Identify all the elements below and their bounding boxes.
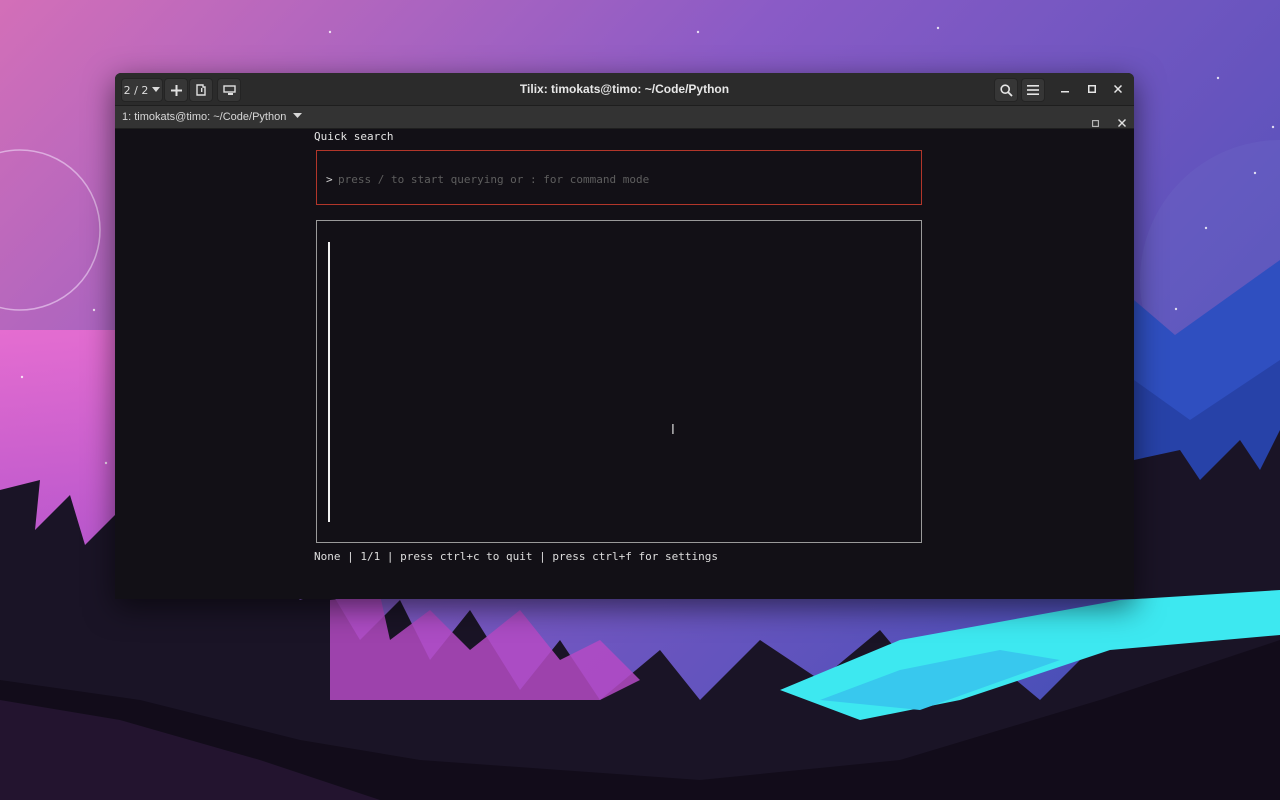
minimize-icon <box>1061 91 1069 93</box>
title-bar[interactable]: 2 / 2 Tilix: timokats@timo: ~/Code/Pytho… <box>115 73 1134 106</box>
menu-button[interactable] <box>1021 78 1045 102</box>
prompt-symbol: > <box>326 173 333 186</box>
quick-search-heading: Quick search <box>314 130 394 143</box>
maximize-icon <box>1088 85 1096 93</box>
add-terminal-button[interactable] <box>164 78 188 102</box>
maximize-icon <box>1092 120 1099 127</box>
new-session-button[interactable] <box>189 78 213 102</box>
chevron-down-icon <box>152 87 161 92</box>
close-icon <box>1114 85 1122 93</box>
text-cursor-icon: I <box>671 423 675 438</box>
session-count: 2 / 2 <box>123 83 149 97</box>
terminal-area[interactable]: Quick search > press / to start querying… <box>115 129 1134 599</box>
terminal-window: 2 / 2 Tilix: timokats@timo: ~/Code/Pytho… <box>115 73 1134 599</box>
search-button[interactable] <box>994 78 1018 102</box>
terminal-tab-title[interactable]: 1: timokats@timo: ~/Code/Python <box>122 106 303 128</box>
hamburger-menu-icon <box>1027 85 1039 95</box>
sync-input-button[interactable] <box>217 78 241 102</box>
results-scrollbar[interactable] <box>328 242 330 522</box>
search-icon <box>999 83 1013 97</box>
terminal-tab-bar: 1: timokats@timo: ~/Code/Python <box>115 106 1134 129</box>
terminal-tab-label: 1: timokats@timo: ~/Code/Python <box>122 111 287 123</box>
sync-input-icon <box>222 84 236 95</box>
plus-icon <box>170 84 182 96</box>
new-session-icon <box>195 84 206 96</box>
query-placeholder: press / to start querying or : for comma… <box>338 173 650 186</box>
session-switcher-button[interactable]: 2 / 2 <box>121 78 163 102</box>
query-input[interactable]: > press / to start querying or : for com… <box>316 150 922 205</box>
results-list[interactable] <box>316 220 922 543</box>
maximize-button[interactable] <box>1084 81 1100 97</box>
minimize-button[interactable] <box>1057 81 1073 97</box>
close-icon <box>1118 119 1126 127</box>
window-title: Tilix: timokats@timo: ~/Code/Python <box>519 82 730 96</box>
chevron-down-icon[interactable] <box>293 113 303 119</box>
close-button[interactable] <box>1110 81 1126 97</box>
status-line: None | 1/1 | press ctrl+c to quit | pres… <box>314 550 718 563</box>
